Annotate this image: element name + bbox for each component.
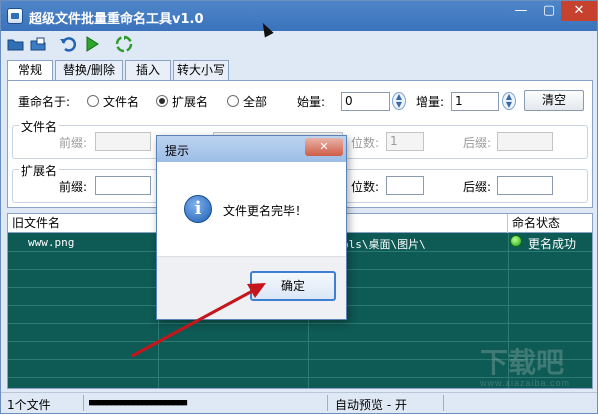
tab-general[interactable]: 常规 bbox=[7, 60, 53, 81]
clear-button[interactable]: 清空 bbox=[524, 90, 584, 111]
extension-suffix-input[interactable] bbox=[497, 176, 553, 195]
filename-suffix-input[interactable] bbox=[497, 132, 553, 151]
radio-filename[interactable] bbox=[87, 95, 99, 107]
open-folder-icon[interactable] bbox=[7, 35, 25, 53]
progress-indicator: ■■■■■■■■■■■■■■■■■■■■■■ bbox=[89, 398, 187, 408]
file-count: 1个文件 bbox=[7, 398, 51, 412]
undo-icon[interactable] bbox=[59, 35, 77, 53]
info-icon: i bbox=[184, 195, 212, 223]
success-status-icon bbox=[510, 235, 522, 247]
title-bar[interactable]: 超级文件批量重命名工具v1.0 — ▢ ✕ bbox=[1, 1, 597, 31]
dialog-close-button[interactable]: ✕ bbox=[305, 138, 343, 156]
tab-insert[interactable]: 插入 bbox=[125, 60, 171, 80]
radio-all[interactable] bbox=[227, 95, 239, 107]
status-separator bbox=[83, 395, 84, 411]
radio-all-label[interactable]: 全部 bbox=[243, 93, 267, 110]
recycle-icon[interactable] bbox=[115, 35, 133, 53]
row-status: 更名成功 bbox=[528, 237, 577, 251]
dialog-footer: 确定 bbox=[157, 256, 346, 319]
column-old-name[interactable]: 旧文件名 bbox=[8, 214, 158, 233]
info-dialog: 提示 ✕ i 文件更名完毕！ 确定 bbox=[156, 135, 347, 320]
watermark: 下载吧 www.xiazaiba.com bbox=[480, 348, 590, 398]
run-icon[interactable] bbox=[83, 35, 101, 53]
window-title: 超级文件批量重命名工具v1.0 bbox=[29, 12, 204, 27]
filename-prefix-label: 前缀: bbox=[59, 136, 88, 150]
column-status[interactable]: 命名状态 bbox=[508, 214, 592, 233]
row-divider bbox=[8, 341, 592, 342]
radio-filename-label[interactable]: 文件名 bbox=[103, 93, 139, 110]
row-divider bbox=[8, 323, 592, 324]
radio-extension[interactable] bbox=[156, 95, 168, 107]
ok-button[interactable]: 确定 bbox=[250, 271, 336, 301]
increment-input[interactable]: 1 bbox=[451, 92, 499, 111]
open-file-icon[interactable] bbox=[29, 35, 47, 53]
watermark-text: 下载吧 bbox=[480, 347, 565, 378]
start-amount-label: 始量: bbox=[297, 95, 326, 109]
extension-digits-label: 位数: bbox=[351, 180, 380, 194]
status-separator bbox=[327, 395, 328, 411]
filename-digits-input[interactable]: 1 bbox=[386, 132, 424, 151]
radio-extension-label[interactable]: 扩展名 bbox=[172, 93, 208, 110]
filename-prefix-input[interactable] bbox=[95, 132, 151, 151]
increment-spinner[interactable]: ▲ ▼ bbox=[502, 92, 516, 110]
tab-replace-delete[interactable]: 替换/删除 bbox=[55, 60, 123, 80]
maximize-button[interactable]: ▢ bbox=[535, 1, 563, 21]
app-logo-icon bbox=[7, 8, 23, 24]
extension-prefix-input[interactable] bbox=[95, 176, 151, 195]
extension-group-title: 扩展名 bbox=[19, 162, 60, 179]
dialog-title-bar[interactable]: 提示 ✕ bbox=[157, 136, 346, 162]
extension-suffix-label: 后缀: bbox=[463, 180, 492, 194]
status-separator bbox=[443, 395, 444, 411]
extension-digits-input[interactable] bbox=[386, 176, 424, 195]
close-button[interactable]: ✕ bbox=[561, 1, 597, 21]
start-amount-spinner[interactable]: ▲ ▼ bbox=[392, 92, 406, 110]
increment-label: 增量: bbox=[416, 95, 445, 109]
auto-preview-status: 自动预览 - 开 bbox=[335, 398, 407, 412]
rename-target-label: 重命名于: bbox=[18, 95, 71, 109]
extension-prefix-label: 前缀: bbox=[59, 180, 88, 194]
tab-change-case[interactable]: 转大小写 bbox=[173, 60, 229, 80]
filename-suffix-label: 后缀: bbox=[463, 136, 492, 150]
dialog-title: 提示 bbox=[165, 144, 190, 158]
filename-group-title: 文件名 bbox=[19, 118, 60, 135]
row-old-name: www.png bbox=[28, 236, 75, 249]
watermark-sub: www.xiazaiba.com bbox=[480, 378, 571, 388]
start-amount-input[interactable]: 0 bbox=[341, 92, 390, 111]
filename-digits-label: 位数: bbox=[351, 136, 380, 150]
dialog-message: 文件更名完毕！ bbox=[223, 204, 308, 218]
row-path: ols\桌面\图片\ bbox=[342, 238, 426, 251]
minimize-button[interactable]: — bbox=[507, 1, 535, 21]
